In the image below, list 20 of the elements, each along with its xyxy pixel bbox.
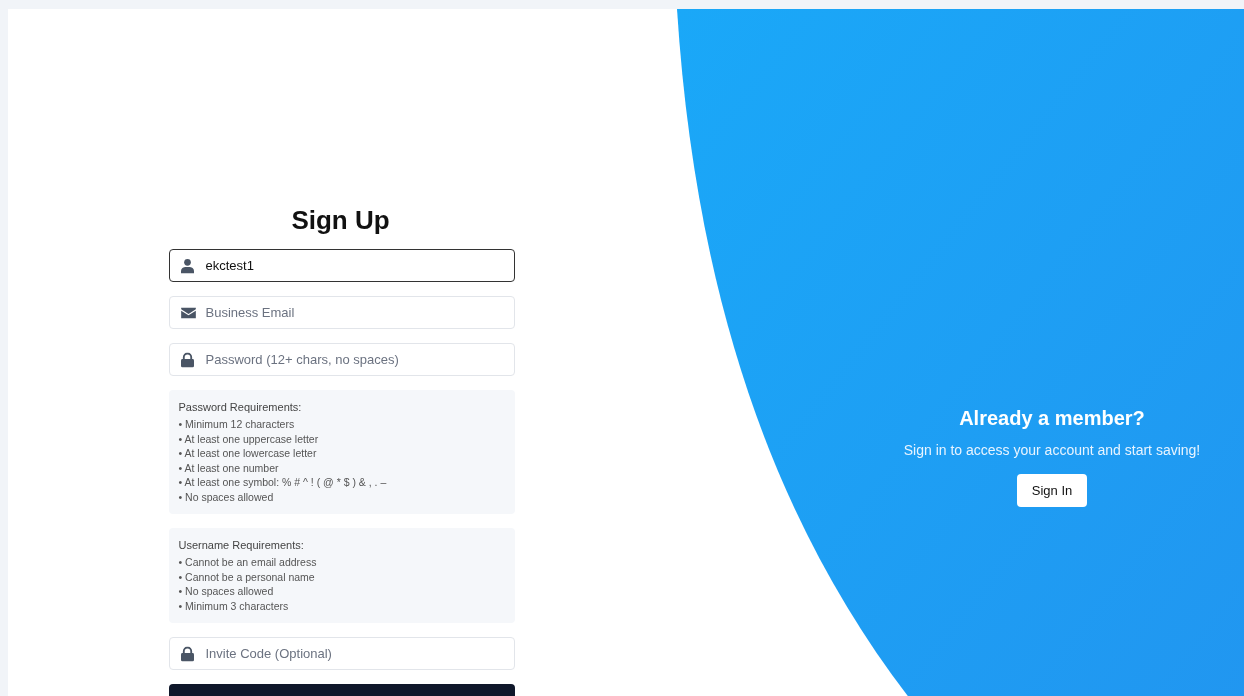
form-title: Sign Up [291, 205, 390, 236]
requirements-heading: Username Requirements: [178, 539, 305, 551]
invite-code-field[interactable]: Invite Code (Optional) [168, 637, 515, 670]
requirement-item: • At least one number [178, 460, 280, 475]
requirement-item: • Minimum 3 characters [178, 598, 290, 613]
requirement-item: • At least one uppercase letter [178, 431, 320, 446]
requirement-item: • Minimum 12 characters [178, 417, 296, 432]
username-field[interactable]: ekctest1 [168, 249, 515, 282]
panel-heading: Already a member? [959, 407, 1145, 430]
requirements-heading: Password Requirements: [178, 401, 303, 413]
sign-in-button[interactable]: Sign In [1016, 474, 1088, 507]
requirement-item: • No spaces allowed [178, 489, 275, 504]
requirement-item: • At least one symbol: % # ^ ! ( @ * $ ) & , . – [178, 475, 388, 490]
requirement-item: • Cannot be an email address [178, 555, 318, 570]
email-field[interactable]: Business Email [168, 296, 515, 329]
requirement-item: • No spaces allowed [178, 584, 275, 599]
requirement-item: • At least one lowercase letter [178, 446, 318, 461]
panel-text: Sign in to access your account and start saving! [903, 442, 1201, 458]
requirement-item: • Cannot be a personal name [178, 569, 316, 584]
password-field[interactable]: Password (12+ chars, no spaces) [168, 343, 515, 376]
